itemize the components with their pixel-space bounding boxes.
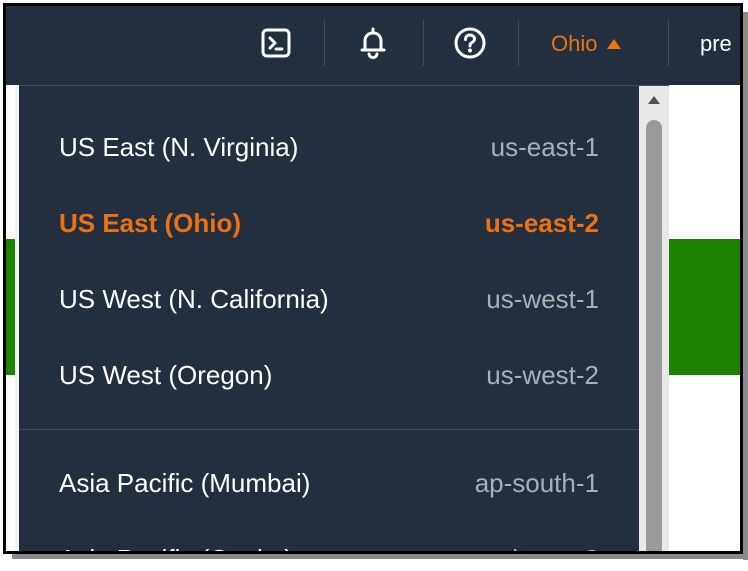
region-option-ap-south-1[interactable]: Asia Pacific (Mumbai) ap-south-1: [19, 453, 639, 513]
region-option-us-west-2[interactable]: US West (Oregon) us-west-2: [19, 345, 639, 405]
region-option-us-east-2[interactable]: US East (Ohio) us-east-2: [19, 193, 639, 253]
region-code: us-west-2: [486, 359, 599, 390]
caret-up-icon: [607, 39, 622, 49]
account-menu-button[interactable]: pre: [700, 31, 732, 57]
screenshot-frame: Ohio pre US East (N. Virginia) us-east-1…: [3, 3, 743, 554]
nav-divider: [423, 20, 424, 66]
region-selector-button[interactable]: Ohio: [551, 31, 622, 57]
region-option-us-west-1[interactable]: US West (N. California) us-west-1: [19, 269, 639, 329]
region-dropdown-menu: US East (N. Virginia) us-east-1 US East …: [19, 85, 669, 552]
region-group-divider: [19, 429, 639, 430]
top-navigation-bar: Ohio pre: [6, 6, 740, 85]
help-button[interactable]: [453, 26, 487, 60]
terminal-icon: [261, 28, 291, 58]
nav-divider: [518, 20, 519, 66]
frame-shadow-right: [743, 12, 748, 560]
scrollbar-thumb[interactable]: [646, 120, 662, 551]
scroll-up-arrow-icon[interactable]: [648, 96, 660, 104]
nav-divider: [324, 20, 325, 66]
region-code: us-west-1: [486, 283, 599, 314]
region-code: ap-northeast-3: [430, 544, 599, 552]
region-name: Asia Pacific (Mumbai): [59, 467, 311, 498]
dropdown-scrollbar[interactable]: [639, 86, 669, 551]
notifications-button[interactable]: [356, 26, 390, 60]
nav-divider: [668, 20, 669, 66]
region-name: US East (N. Virginia): [59, 131, 299, 162]
bell-icon: [360, 27, 386, 60]
region-code: ap-south-1: [474, 467, 599, 498]
success-banner-left: [6, 239, 15, 375]
question-circle-icon: [454, 27, 486, 59]
frame-shadow-bottom: [12, 554, 748, 559]
success-banner-right: [669, 239, 740, 375]
region-code: us-east-2: [484, 207, 599, 238]
region-name: US West (N. California): [59, 283, 329, 314]
region-name: US East (Ohio): [59, 207, 242, 238]
region-option-us-east-1[interactable]: US East (N. Virginia) us-east-1: [19, 117, 639, 177]
region-name: Asia Pacific (Osaka): [59, 544, 293, 552]
region-name: US West (Oregon): [59, 359, 273, 390]
cloudshell-button[interactable]: [259, 26, 293, 60]
region-selector-label: Ohio: [551, 31, 598, 56]
region-code: us-east-1: [490, 131, 599, 162]
region-option-ap-northeast-3[interactable]: Asia Pacific (Osaka) ap-northeast-3: [19, 529, 639, 552]
